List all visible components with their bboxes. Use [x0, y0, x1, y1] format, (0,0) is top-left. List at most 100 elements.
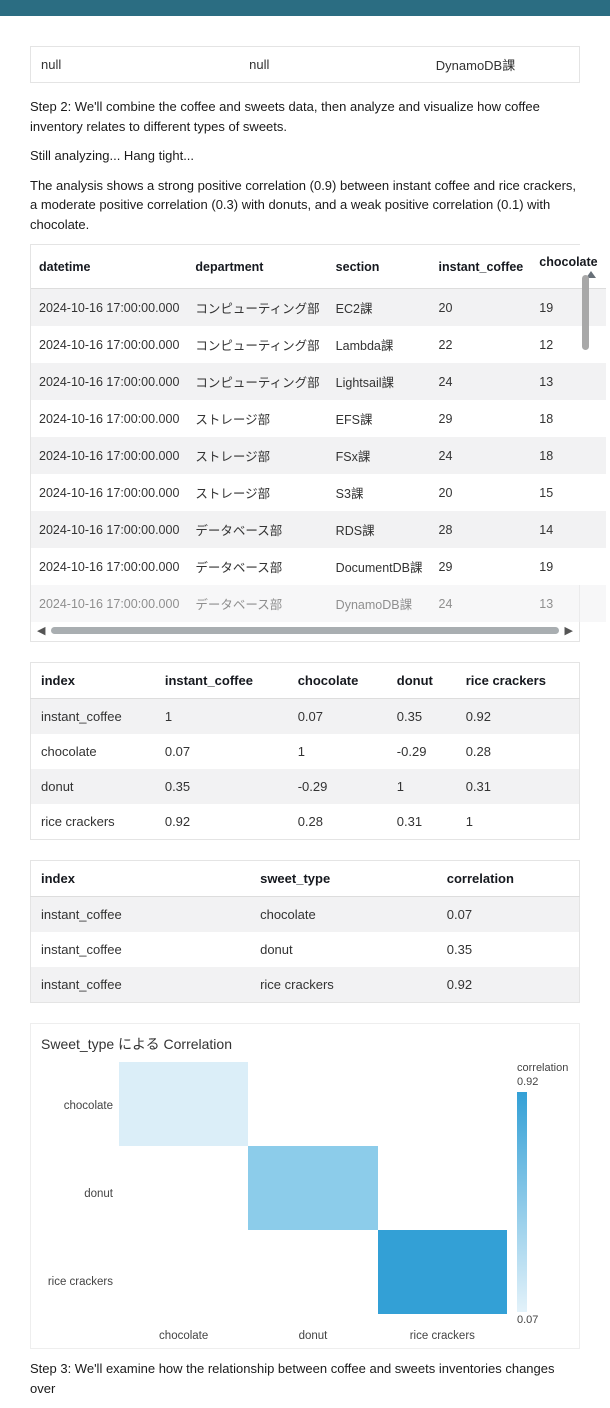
x-tick: donut [248, 1330, 377, 1342]
table-row[interactable]: 2024-10-16 17:00:00.000コンピューティング部EC2課201… [31, 289, 606, 327]
cell: donut [31, 769, 155, 804]
scroll-left-icon[interactable]: ◀ [37, 624, 45, 637]
cell: 0.92 [437, 967, 580, 1003]
cell: 2024-10-16 17:00:00.000 [31, 585, 187, 622]
cell: 24 [431, 363, 532, 400]
cell: 1 [288, 734, 387, 769]
heatmap-cell [248, 1062, 377, 1146]
cell: Lambda課 [328, 326, 431, 363]
cell: 0.92 [456, 699, 580, 735]
cell: 0.07 [288, 699, 387, 735]
table-row[interactable]: instant_coffeedonut0.35 [31, 932, 580, 967]
cell: 0.35 [155, 769, 288, 804]
table-row[interactable]: 2024-10-16 17:00:00.000データベース部RDS課2814 [31, 511, 606, 548]
cell: 1 [456, 804, 580, 840]
heatmap-cell [119, 1146, 248, 1230]
heatmap-cell [248, 1146, 377, 1230]
y-axis-labels: chocolate donut rice crackers [41, 1062, 119, 1326]
cell: 0.28 [456, 734, 580, 769]
cell: -0.29 [288, 769, 387, 804]
legend-gradient [517, 1092, 527, 1312]
vertical-scrollbar[interactable] [582, 275, 589, 350]
cell: コンピューティング部 [187, 326, 327, 363]
cell: 29 [431, 548, 532, 585]
cell: chocolate [31, 734, 155, 769]
cell: DocumentDB課 [328, 548, 431, 585]
cell: 22 [431, 326, 532, 363]
cell: 18 [531, 437, 605, 474]
col[interactable]: chocolate [288, 663, 387, 699]
table-row[interactable]: 2024-10-16 17:00:00.000ストレージ部S3課2015 [31, 474, 606, 511]
cell: 2024-10-16 17:00:00.000 [31, 548, 187, 585]
col[interactable]: index [31, 861, 251, 897]
cell: null [239, 47, 426, 83]
col-instant-coffee[interactable]: instant_coffee [431, 245, 532, 289]
cell: 2024-10-16 17:00:00.000 [31, 400, 187, 437]
table-row[interactable]: 2024-10-16 17:00:00.000コンピューティング部Lightsa… [31, 363, 606, 400]
cell: 0.31 [387, 804, 456, 840]
col[interactable]: donut [387, 663, 456, 699]
cell: null [31, 47, 240, 83]
cell: 0.31 [456, 769, 580, 804]
horizontal-scrollbar[interactable] [51, 627, 558, 634]
col-section[interactable]: section [328, 245, 431, 289]
horizontal-scroll-track: ◀ ▶ [31, 622, 579, 641]
cell: FSx課 [328, 437, 431, 474]
scroll-right-icon[interactable]: ▶ [565, 624, 573, 637]
inventory-table-container: datetime department section instant_coff… [30, 244, 580, 642]
col-label: chocolate [539, 255, 597, 269]
cell: 2024-10-16 17:00:00.000 [31, 474, 187, 511]
heatmap-cell [119, 1230, 248, 1314]
page-content: null null DynamoDB課 Step 2: We'll combin… [0, 16, 610, 1398]
cell: コンピューティング部 [187, 363, 327, 400]
table-row[interactable]: 2024-10-16 17:00:00.000ストレージ部EFS課2918 [31, 400, 606, 437]
table-row[interactable]: instant_coffeechocolate0.07 [31, 897, 580, 933]
app-topbar [0, 0, 610, 16]
cell: RDS課 [328, 511, 431, 548]
cell: 19 [531, 548, 605, 585]
table-row[interactable]: instant_coffee10.070.350.92 [31, 699, 580, 735]
col[interactable]: correlation [437, 861, 580, 897]
cell: 18 [531, 400, 605, 437]
col-datetime[interactable]: datetime [31, 245, 187, 289]
heatmap-cell [119, 1062, 248, 1146]
y-tick: chocolate [41, 1100, 113, 1112]
table-row[interactable]: 2024-10-16 17:00:00.000データベース部DocumentDB… [31, 548, 606, 585]
cell: 24 [431, 437, 532, 474]
legend-min: 0.07 [517, 1314, 538, 1326]
table-row: null null DynamoDB課 [31, 47, 580, 83]
table-row[interactable]: 2024-10-16 17:00:00.000データベース部DynamoDB課2… [31, 585, 606, 622]
cell: 2024-10-16 17:00:00.000 [31, 326, 187, 363]
cell: データベース部 [187, 585, 327, 622]
x-tick: rice crackers [378, 1330, 507, 1342]
table-row[interactable]: rice crackers0.920.280.311 [31, 804, 580, 840]
cell: instant_coffee [31, 932, 251, 967]
correlation-heatmap: Sweet_type による Correlation chocolate don… [30, 1023, 580, 1349]
col[interactable]: index [31, 663, 155, 699]
col-chocolate[interactable]: chocolate [531, 245, 605, 289]
cell: 1 [387, 769, 456, 804]
cell: 0.35 [387, 699, 456, 735]
correlation-list-table: index sweet_type correlation instant_cof… [30, 860, 580, 1003]
status-text: Still analyzing... Hang tight... [30, 146, 580, 166]
cell: 29 [431, 400, 532, 437]
color-legend: correlation 0.92 0.07 [507, 1062, 569, 1326]
cell: 2024-10-16 17:00:00.000 [31, 289, 187, 327]
col-department[interactable]: department [187, 245, 327, 289]
analysis-text: Step 2: We'll combine the coffee and swe… [30, 97, 580, 136]
cell: instant_coffee [31, 967, 251, 1003]
table-row[interactable]: instant_coffeerice crackers0.92 [31, 967, 580, 1003]
legend-label: correlation [517, 1062, 568, 1074]
cell: 2024-10-16 17:00:00.000 [31, 511, 187, 548]
table-row[interactable]: 2024-10-16 17:00:00.000ストレージ部FSx課2418 [31, 437, 606, 474]
legend-max: 0.92 [517, 1076, 538, 1088]
table-row[interactable]: 2024-10-16 17:00:00.000コンピューティング部Lambda課… [31, 326, 606, 363]
col[interactable]: rice crackers [456, 663, 580, 699]
table-row[interactable]: chocolate0.071-0.290.28 [31, 734, 580, 769]
cell: 19 [531, 289, 605, 327]
cell: EFS課 [328, 400, 431, 437]
cell: 0.35 [437, 932, 580, 967]
col[interactable]: sweet_type [250, 861, 437, 897]
col[interactable]: instant_coffee [155, 663, 288, 699]
table-row[interactable]: donut0.35-0.2910.31 [31, 769, 580, 804]
